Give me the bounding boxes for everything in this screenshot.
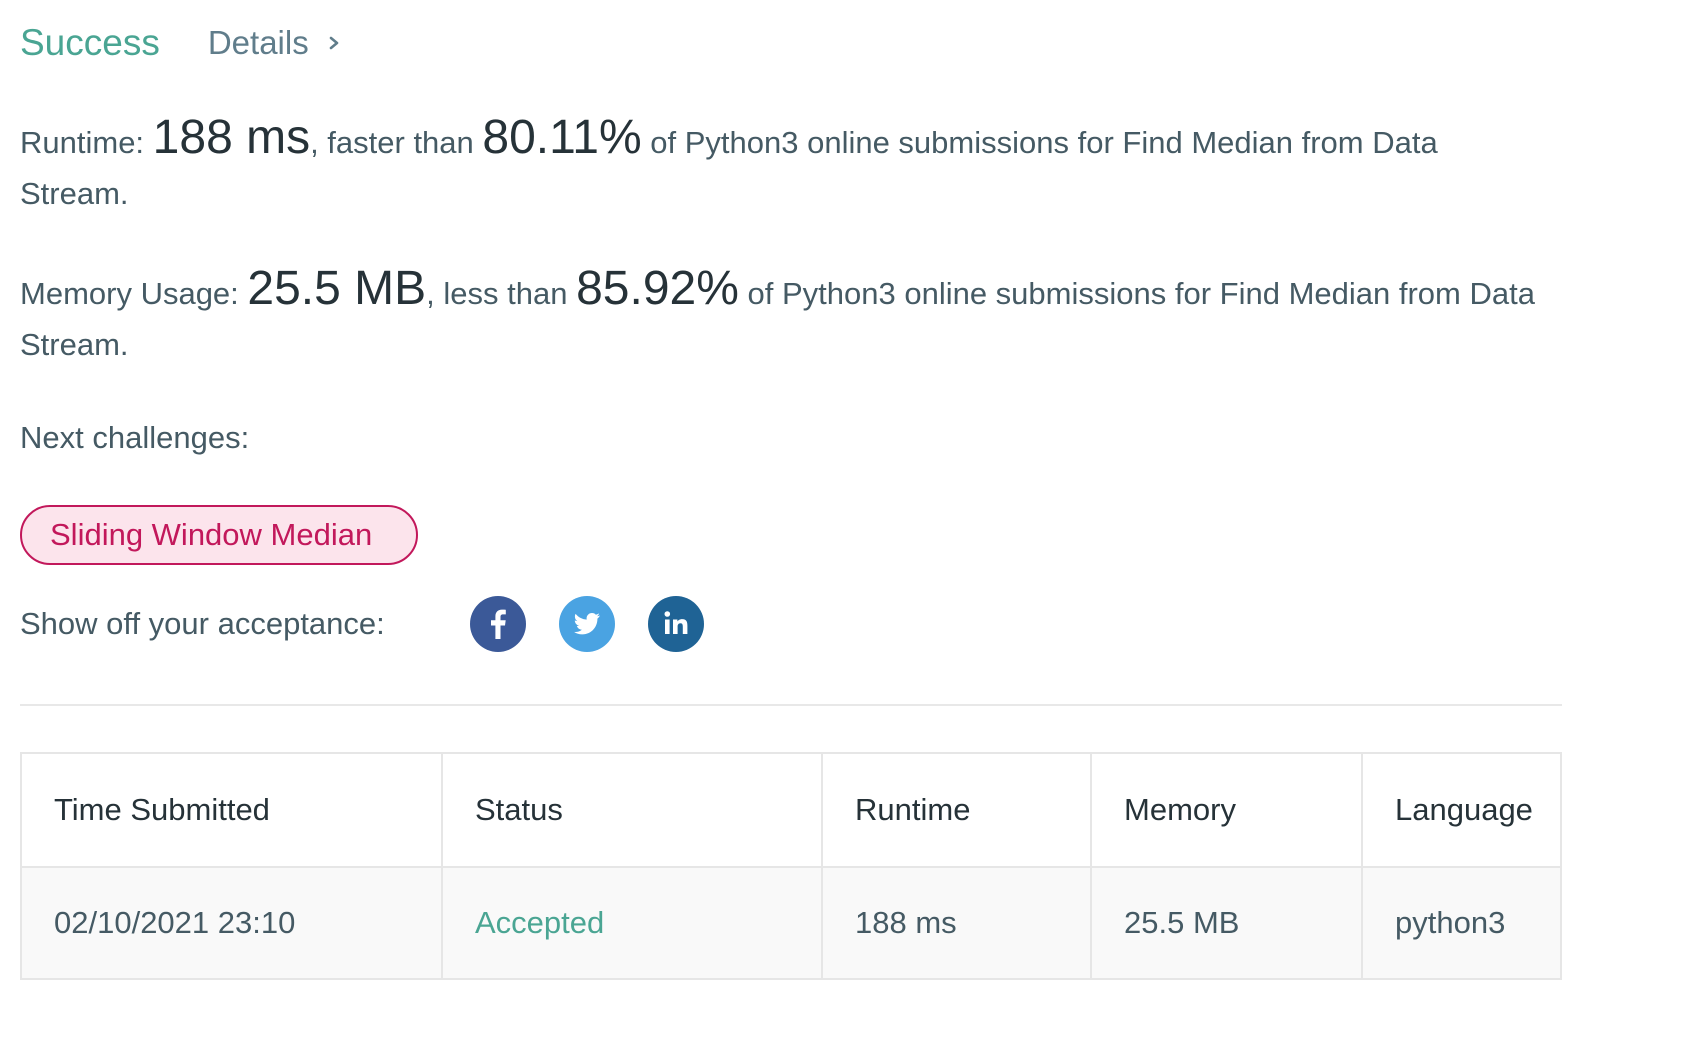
memory-percent: 85.92% xyxy=(576,262,739,315)
header-time-submitted: Time Submitted xyxy=(20,752,443,868)
next-challenges-title: Next challenges: xyxy=(20,420,250,455)
memory-label: Memory Usage: xyxy=(20,276,248,311)
status-title: Success xyxy=(20,22,160,63)
header-runtime: Runtime xyxy=(821,752,1092,868)
facebook-glyph xyxy=(491,609,506,639)
cell-runtime: 188 ms xyxy=(821,866,1092,980)
linkedin-glyph xyxy=(664,611,688,634)
runtime-label: Runtime: xyxy=(20,125,153,160)
section-divider xyxy=(20,704,1562,706)
result-header: Success Details xyxy=(20,18,343,68)
runtime-percent: 80.11% xyxy=(482,111,642,164)
linkedin-icon[interactable] xyxy=(648,596,704,652)
chevron-right-icon xyxy=(329,36,339,50)
memory-stat: Memory Usage: 25.5 MB, less than 85.92% … xyxy=(20,263,1540,370)
facebook-icon[interactable] xyxy=(470,596,526,652)
runtime-mid-text: , faster than xyxy=(310,125,483,160)
twitter-icon[interactable] xyxy=(559,596,615,652)
next-challenge-chip[interactable]: Sliding Window Median xyxy=(20,505,418,565)
runtime-stat: Runtime: 188 ms, faster than 80.11% of P… xyxy=(20,112,1540,219)
cell-time-submitted: 02/10/2021 23:10 xyxy=(20,866,443,980)
runtime-value: 188 ms xyxy=(152,111,311,164)
details-label: Details xyxy=(207,24,309,61)
cell-language: python3 xyxy=(1361,866,1562,980)
header-memory: Memory xyxy=(1090,752,1363,868)
details-link[interactable]: Details xyxy=(208,24,343,62)
share-label: Show off your acceptance: xyxy=(20,606,385,641)
submissions-table: Time Submitted Status Runtime Memory Lan… xyxy=(20,752,1562,980)
cell-status-link[interactable]: Accepted xyxy=(441,866,823,980)
cell-memory: 25.5 MB xyxy=(1090,866,1363,980)
table-row[interactable]: 02/10/2021 23:10 Accepted 188 ms 25.5 MB… xyxy=(20,866,1562,980)
share-row: Show off your acceptance: xyxy=(20,595,737,653)
twitter-glyph xyxy=(574,613,600,635)
header-language: Language xyxy=(1361,752,1562,868)
header-status: Status xyxy=(441,752,823,868)
memory-value: 25.5 MB xyxy=(247,262,427,315)
table-header-row: Time Submitted Status Runtime Memory Lan… xyxy=(20,752,1562,868)
memory-mid-text: , less than xyxy=(426,276,577,311)
